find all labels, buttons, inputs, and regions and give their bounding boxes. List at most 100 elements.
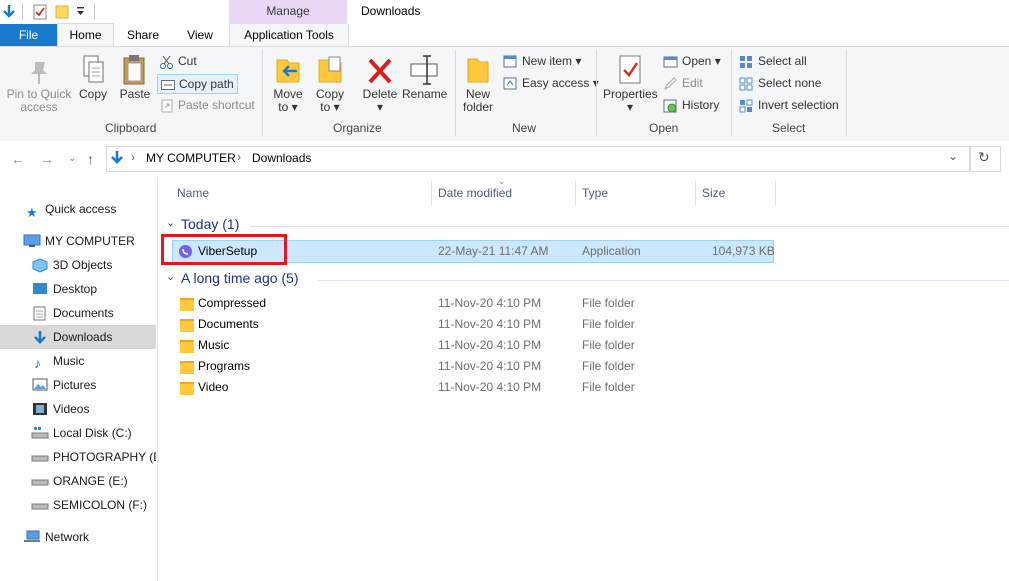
delete-button[interactable]: Delete ▾	[360, 54, 400, 114]
open-dropdown-icon: ▾	[714, 54, 721, 68]
annotation-highlight-box	[161, 234, 287, 265]
new-folder-button[interactable]: New folder	[460, 54, 496, 114]
move-to-icon	[276, 59, 300, 83]
copy-path-button[interactable]: Copy path	[157, 74, 238, 94]
copy-to-button[interactable]: Copy to ▾	[313, 54, 347, 114]
select-all-button[interactable]: Select all	[739, 52, 807, 70]
move-to-label-line2: to	[278, 100, 289, 114]
properties-button[interactable]: Properties ▾	[603, 54, 658, 114]
copy-path-label: Copy path	[179, 77, 234, 91]
new-folder-qat-icon[interactable]	[55, 4, 70, 19]
nav-documents[interactable]: Documents	[0, 301, 156, 325]
paste-shortcut-button[interactable]: Paste shortcut	[160, 96, 255, 114]
nav-videos[interactable]: Videos	[0, 397, 156, 421]
window-title: Downloads	[361, 4, 421, 18]
nav-label: MY COMPUTER	[45, 234, 135, 248]
column-divider[interactable]	[695, 180, 696, 206]
tab-view[interactable]: View	[174, 24, 226, 46]
nav-semicolon-f[interactable]: SEMICOLON (F:)	[0, 493, 156, 517]
paste-button[interactable]: Paste	[118, 54, 152, 101]
pin-to-quick-access-button[interactable]: Pin to Quick access	[4, 58, 74, 114]
nav-local-disk-c[interactable]: Local Disk (C:)	[0, 421, 156, 445]
select-none-button[interactable]: Select none	[739, 74, 821, 92]
tab-share[interactable]: Share	[115, 24, 171, 46]
forward-arrow-icon[interactable]: →	[40, 151, 54, 167]
group-header-today[interactable]: Today (1)	[181, 216, 239, 232]
rename-icon	[410, 55, 438, 85]
properties-icon	[619, 55, 641, 84]
file-size: 104,973 KB	[712, 244, 775, 258]
breadcrumb-my-computer[interactable]: MY COMPUTER	[146, 151, 236, 165]
group-divider	[318, 280, 1009, 281]
star-icon: ★	[26, 205, 38, 220]
nav-label: Local Disk (C:)	[53, 426, 132, 440]
breadcrumb-separator: ›	[237, 150, 241, 164]
nav-3d-objects[interactable]: 3D Objects	[0, 253, 156, 277]
group-label-clipboard: Clipboard	[105, 121, 157, 135]
nav-orange-e[interactable]: ORANGE (E:)	[0, 469, 156, 493]
group-divider	[250, 226, 1009, 227]
nav-label: Documents	[53, 306, 114, 320]
folder-row-programs[interactable]: Programs 11-Nov-20 4:10 PM File folder	[173, 356, 773, 377]
group-header-long-ago[interactable]: A long time ago (5)	[181, 270, 299, 286]
column-divider[interactable]	[575, 180, 576, 206]
nav-music[interactable]: ♪ Music	[0, 349, 156, 373]
nav-photography-d[interactable]: PHOTOGRAPHY (D:	[0, 445, 156, 469]
folder-row-documents[interactable]: Documents 11-Nov-20 4:10 PM File folder	[173, 314, 773, 335]
edit-button[interactable]: Edit	[663, 74, 703, 92]
tab-file[interactable]: File	[0, 24, 57, 46]
column-divider[interactable]	[431, 180, 432, 206]
edit-pencil-icon	[663, 77, 677, 90]
collapse-group-chevron-icon[interactable]: ⌄	[166, 216, 175, 229]
open-label: Open	[682, 54, 712, 68]
invert-selection-button[interactable]: Invert selection	[739, 96, 839, 114]
back-arrow-icon[interactable]: ←	[11, 151, 25, 167]
copy-button[interactable]: Copy	[77, 54, 109, 101]
open-button[interactable]: Open ▾	[663, 52, 721, 70]
delete-label: Delete	[362, 87, 398, 101]
column-header-name[interactable]: Name	[177, 186, 209, 200]
nav-label: Quick access	[45, 202, 117, 216]
column-header-date-modified[interactable]: Date modified	[438, 186, 512, 200]
group-label-new: New	[512, 121, 537, 135]
rename-button[interactable]: Rename	[402, 54, 447, 101]
column-header-size[interactable]: Size	[702, 186, 725, 200]
collapse-group-chevron-icon[interactable]: ⌄	[166, 270, 175, 283]
folder-row-compressed[interactable]: Compressed 11-Nov-20 4:10 PM File folder	[173, 293, 773, 314]
nav-label: Downloads	[53, 330, 113, 344]
column-divider[interactable]	[775, 180, 776, 206]
scissors-icon	[160, 55, 173, 69]
easy-access-icon	[503, 77, 517, 90]
recent-locations-chevron-icon[interactable]: ⌄	[68, 153, 76, 164]
up-arrow-icon[interactable]: ↑	[87, 151, 94, 167]
customize-qat-icon[interactable]	[76, 6, 86, 18]
column-header-type[interactable]: Type	[582, 186, 608, 200]
folder-row-video[interactable]: Video 11-Nov-20 4:10 PM File folder	[173, 377, 773, 398]
pin-icon	[31, 62, 47, 84]
cut-button[interactable]: Cut	[160, 52, 197, 70]
properties-qat-icon[interactable]	[33, 4, 48, 20]
tab-application-tools[interactable]: Application Tools	[229, 24, 349, 46]
nav-my-computer[interactable]: MY COMPUTER	[0, 229, 156, 253]
nav-pictures[interactable]: Pictures	[0, 373, 156, 397]
new-item-button[interactable]: New item ▾	[503, 52, 581, 70]
breadcrumb-downloads[interactable]: Downloads	[252, 151, 311, 165]
easy-access-button[interactable]: Easy access ▾	[503, 74, 599, 92]
group-label-select: Select	[772, 121, 806, 135]
move-to-button[interactable]: Move to ▾	[271, 54, 305, 114]
folder-row-music[interactable]: Music 11-Nov-20 4:10 PM File folder	[173, 335, 773, 356]
cube-3d-icon	[32, 258, 48, 273]
nav-downloads[interactable]: Downloads	[0, 325, 156, 349]
address-dropdown-icon[interactable]: ⌄	[948, 149, 958, 163]
file-name: Video	[198, 380, 229, 394]
file-name: Documents	[198, 317, 259, 331]
nav-quick-access[interactable]: ★ Quick access	[0, 197, 156, 221]
delete-x-icon	[368, 58, 392, 84]
nav-label: ORANGE (E:)	[53, 474, 128, 488]
history-button[interactable]: History	[663, 96, 719, 114]
nav-network[interactable]: Network	[0, 525, 156, 549]
tab-home[interactable]: Home	[57, 23, 114, 46]
new-folder-label-line2: folder	[462, 100, 494, 114]
down-arrow-icon[interactable]	[2, 4, 16, 20]
nav-desktop[interactable]: Desktop	[0, 277, 156, 301]
